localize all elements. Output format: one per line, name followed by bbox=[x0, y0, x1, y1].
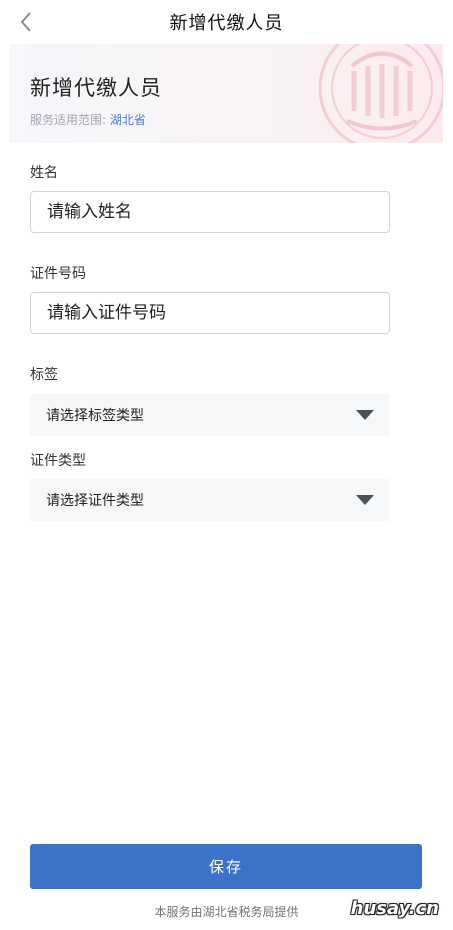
caret-down-icon bbox=[356, 410, 374, 420]
emblem-watermark-icon bbox=[318, 44, 443, 143]
site-watermark: husay.cn bbox=[350, 898, 439, 919]
caret-down-icon bbox=[356, 495, 374, 505]
tag-select[interactable]: 请选择标签类型 bbox=[30, 394, 390, 436]
back-button[interactable] bbox=[14, 9, 38, 35]
tag-label: 标签 bbox=[30, 367, 58, 383]
service-scope: 服务适用范围: 湖北省 bbox=[30, 111, 146, 128]
name-input[interactable] bbox=[30, 191, 390, 233]
service-scope-province: 湖北省 bbox=[109, 113, 146, 127]
banner-title: 新增代缴人员 bbox=[30, 76, 162, 100]
id-type-select-value: 请选择证件类型 bbox=[46, 493, 144, 509]
save-button[interactable]: 保存 bbox=[30, 844, 422, 889]
id-type-label: 证件类型 bbox=[30, 453, 86, 469]
id-number-input[interactable] bbox=[30, 292, 390, 334]
header-banner: 新增代缴人员 服务适用范围: 湖北省 bbox=[9, 44, 443, 143]
chevron-left-icon bbox=[20, 12, 31, 32]
tag-select-value: 请选择标签类型 bbox=[46, 408, 144, 424]
name-label: 姓名 bbox=[30, 165, 58, 181]
page-title: 新增代缴人员 bbox=[169, 13, 284, 34]
nav-bar: 新增代缴人员 bbox=[0, 0, 453, 44]
id-number-label: 证件号码 bbox=[30, 266, 86, 282]
id-type-select[interactable]: 请选择证件类型 bbox=[30, 479, 390, 521]
service-scope-label: 服务适用范围: bbox=[30, 113, 110, 127]
